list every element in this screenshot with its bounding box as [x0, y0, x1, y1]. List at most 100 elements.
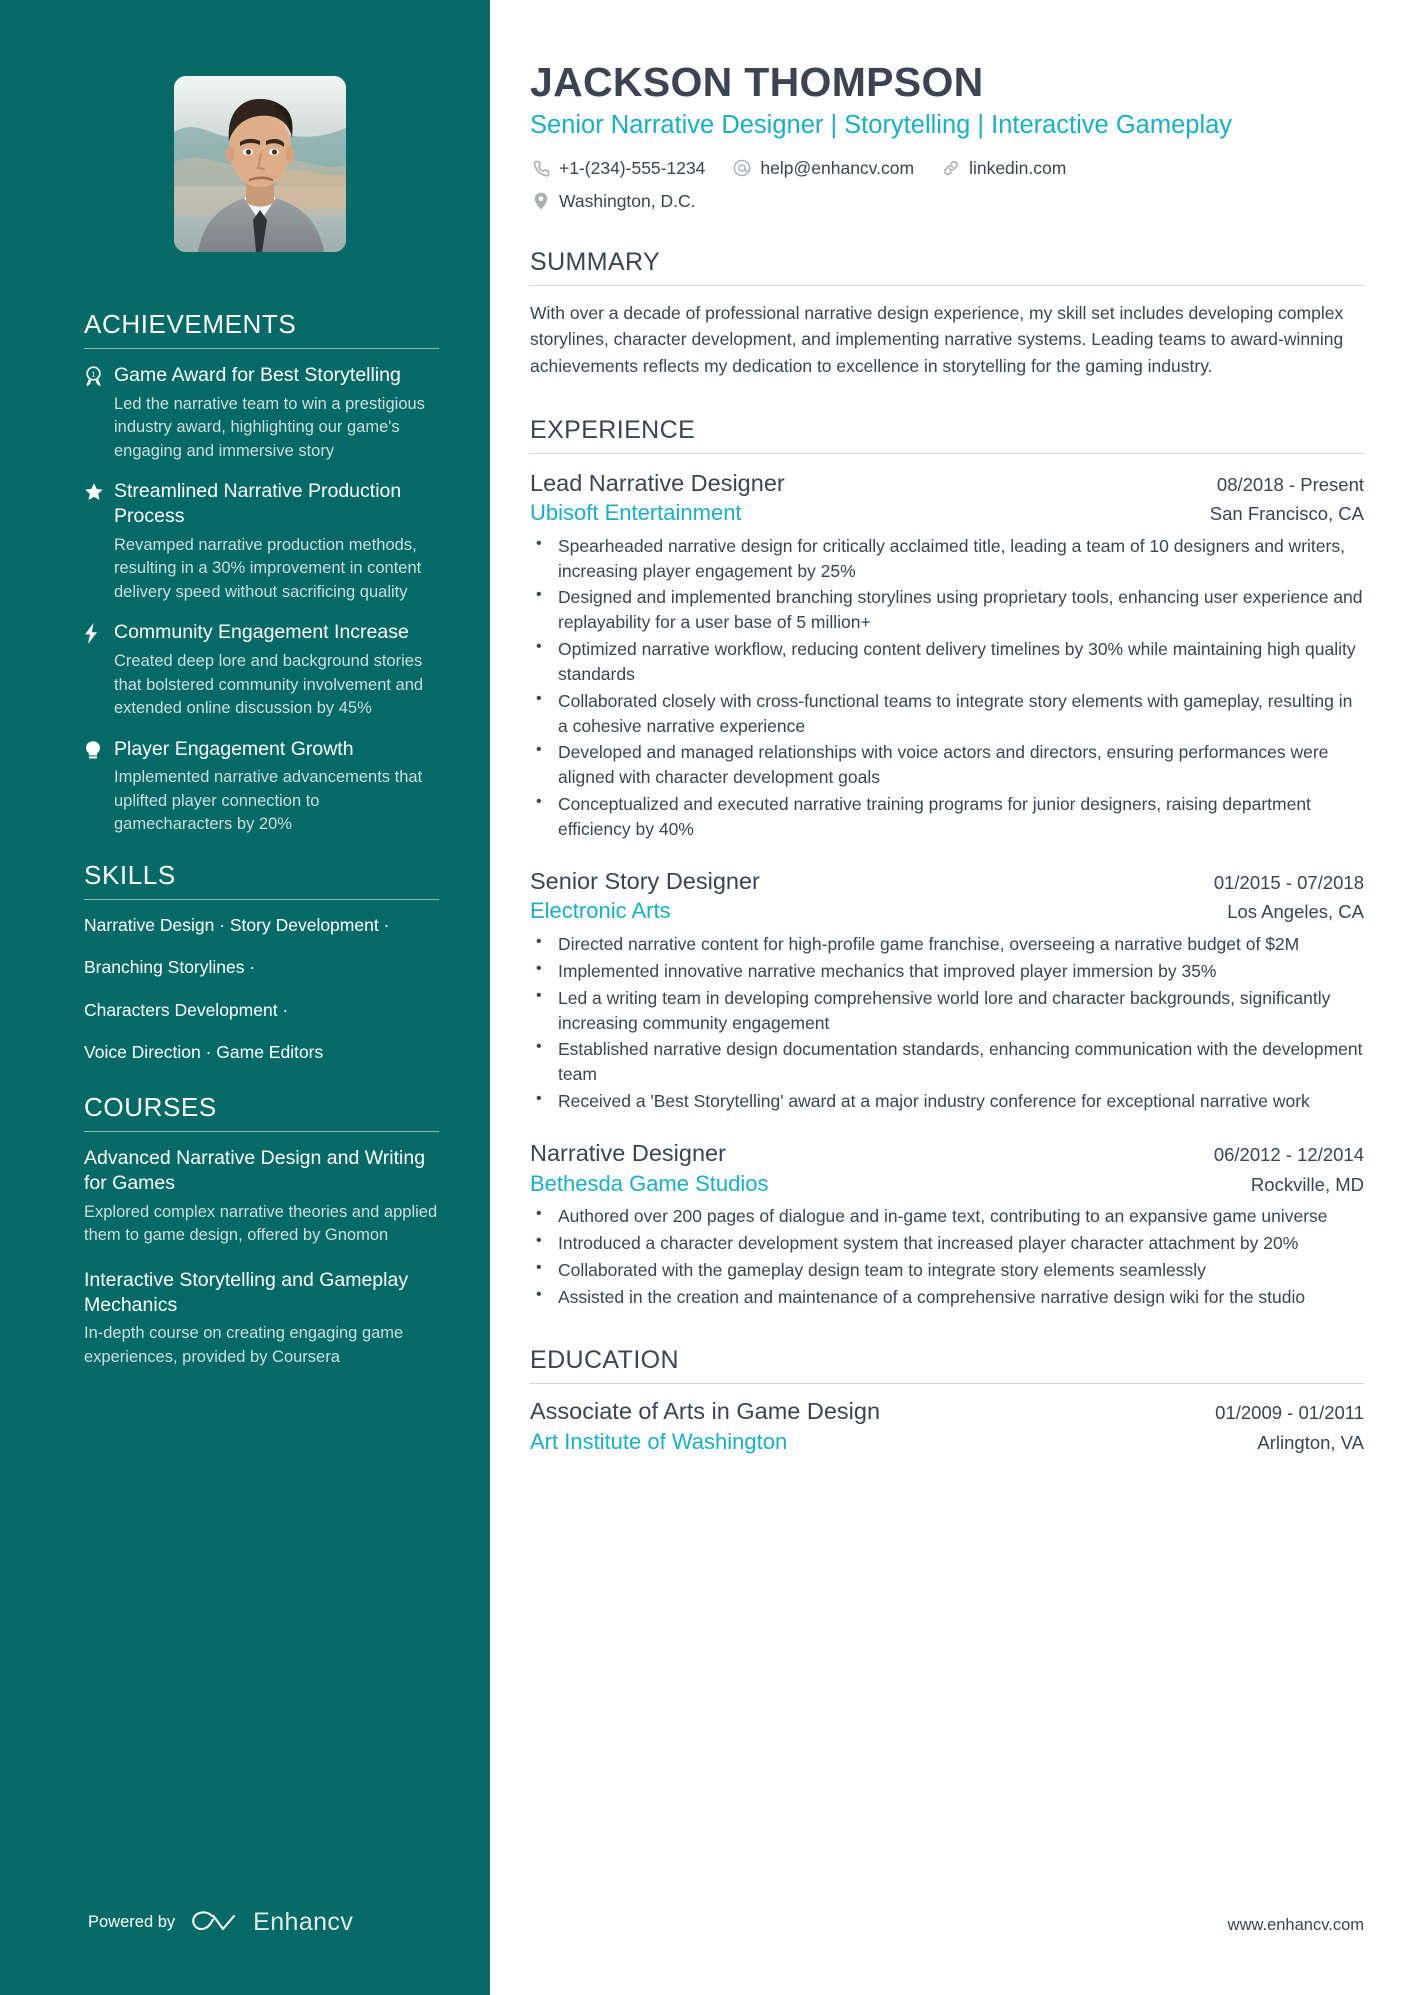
contact-location: Washington, D.C. [530, 191, 696, 212]
job-bullet: Optimized narrative workflow, reducing c… [530, 636, 1364, 687]
skill-line: Characters Development · [84, 999, 289, 1020]
job-bullet: Introduced a character development syste… [530, 1230, 1364, 1256]
job-title: Senior Story Designer [530, 867, 760, 894]
contact-email-value: help@enhancv.com [760, 157, 915, 178]
achievement-item: Player Engagement Growth Implemented nar… [84, 737, 439, 837]
course-title: Advanced Narrative Design and Writing fo… [84, 1147, 426, 1195]
link-icon [940, 159, 962, 177]
job-bullet: Collaborated with the gameplay design te… [530, 1257, 1364, 1283]
skill-line: Branching Storylines · [84, 957, 256, 978]
job-location: Los Angeles, CA [1227, 901, 1364, 923]
phone-icon [530, 160, 552, 177]
education-school-row: Art Institute of Washington Arlington, V… [530, 1429, 1364, 1455]
summary-heading: SUMMARY [530, 247, 661, 276]
skill-line: Voice Direction · Game Editors [84, 1042, 324, 1063]
course-description: In-depth course on creating engaging gam… [84, 1324, 404, 1366]
job-title: Narrative Designer [530, 1140, 726, 1166]
achievement-title: Community Engagement Increase [114, 621, 409, 644]
education-school: Art Institute of Washington [530, 1428, 788, 1454]
skill-line: Narrative Design · Story Development · [84, 914, 390, 935]
star-icon [84, 479, 114, 502]
lightbulb-icon [84, 737, 114, 760]
section-experience: EXPERIENCE Lead Narrative Designer 08/20… [530, 416, 1364, 1310]
education-degree: Associate of Arts in Game Design [530, 1397, 881, 1424]
achievement-description: Led the narrative team to win a prestigi… [114, 394, 425, 460]
job-company: Electronic Arts [530, 898, 671, 924]
education-location: Arlington, VA [1257, 1431, 1364, 1453]
sidebar-content: ACHIEVEMENTS 1 Game Award for Best Story… [84, 309, 439, 1389]
achievement-item: 1 Game Award for Best Storytelling Led t… [84, 363, 439, 463]
section-courses: COURSES Advanced Narrative Design and Wr… [84, 1092, 439, 1370]
achievement-title: Game Award for Best Storytelling [114, 363, 401, 386]
contact-details: +1-(234)-555-1234 help@enhancv.com linke… [530, 158, 1160, 212]
job-bullets: Authored over 200 pages of dialogue and … [530, 1203, 1364, 1310]
experience-item: Senior Story Designer 01/2015 - 07/2018 … [530, 866, 1364, 1114]
achievement-title: Player Engagement Growth [114, 737, 354, 760]
job-bullet: Implemented innovative narrative mechani… [530, 958, 1364, 984]
contact-email[interactable]: help@enhancv.com [731, 158, 914, 179]
job-bullet: Developed and managed relationships with… [530, 739, 1364, 790]
experience-title-row: Senior Story Designer 01/2015 - 07/2018 [530, 866, 1364, 897]
experience-item: Lead Narrative Designer 08/2018 - Presen… [530, 468, 1364, 842]
main-column: JACKSON THOMPSON Senior Narrative Design… [490, 0, 1410, 1995]
sidebar: ACHIEVEMENTS 1 Game Award for Best Story… [0, 0, 490, 1995]
contact-phone-value: +1-(234)-555-1234 [559, 157, 706, 178]
job-bullet: Assisted in the creation and maintenance… [530, 1284, 1364, 1310]
email-icon [731, 159, 753, 177]
enhancv-brand-name: Enhancv [253, 1908, 354, 1936]
skills-list: Narrative Design · Story Development · B… [84, 914, 439, 1066]
job-bullet: Established narrative design documentati… [530, 1036, 1364, 1087]
courses-divider [84, 1131, 439, 1132]
job-dates: 01/2015 - 07/2018 [1213, 871, 1364, 893]
job-dates: 06/2012 - 12/2014 [1213, 1144, 1364, 1165]
contact-linkedin[interactable]: linkedin.com [940, 158, 1066, 179]
achievements-heading: ACHIEVEMENTS [84, 309, 297, 339]
profile-photo-image [174, 76, 346, 252]
professional-headline: Senior Narrative Designer | Storytelling… [530, 111, 1233, 140]
section-skills: SKILLS Narrative Design · Story Developm… [84, 859, 439, 1066]
experience-company-row: Bethesda Game Studios Rockville, MD [530, 1169, 1364, 1199]
job-bullet: Collaborated closely with cross-function… [530, 688, 1364, 739]
achievement-description: Revamped narrative production methods, r… [114, 536, 422, 601]
achievement-item: Streamlined Narrative Production Process… [84, 479, 439, 604]
lightning-bolt-icon [84, 620, 114, 645]
contact-phone[interactable]: +1-(234)-555-1234 [530, 158, 705, 179]
course-description: Explored complex narrative theories and … [84, 1202, 438, 1245]
summary-text: With over a decade of professional narra… [530, 302, 1344, 376]
section-summary: SUMMARY With over a decade of profession… [530, 248, 1364, 380]
job-bullet: Spearheaded narrative design for critica… [530, 533, 1364, 584]
experience-title-row: Lead Narrative Designer 08/2018 - Presen… [530, 468, 1364, 499]
job-title: Lead Narrative Designer [530, 469, 785, 496]
achievement-description: Created deep lore and background stories… [114, 652, 424, 718]
skills-heading: SKILLS [84, 859, 176, 890]
job-bullets: Directed narrative content for high-prof… [530, 931, 1364, 1114]
education-item: Associate of Arts in Game Design 01/2009… [530, 1398, 1364, 1455]
education-divider [530, 1382, 1364, 1384]
powered-by-label: Powered by [88, 1913, 176, 1931]
experience-divider [530, 452, 1364, 454]
job-bullets: Spearheaded narrative design for critica… [530, 533, 1364, 842]
job-location: San Francisco, CA [1209, 503, 1364, 525]
experience-company-row: Electronic Arts Los Angeles, CA [530, 896, 1364, 926]
education-degree-row: Associate of Arts in Game Design 01/2009… [530, 1398, 1364, 1425]
award-ribbon-icon: 1 [84, 363, 114, 387]
experience-heading: EXPERIENCE [530, 415, 696, 444]
page-title: JACKSON THOMPSON [530, 59, 984, 105]
resume-page: ACHIEVEMENTS 1 Game Award for Best Story… [0, 0, 1410, 1995]
job-bullet: Received a 'Best Storytelling' award at … [530, 1088, 1364, 1114]
course-item: Interactive Storytelling and Gameplay Me… [84, 1268, 439, 1370]
section-education: EDUCATION Associate of Arts in Game Desi… [530, 1346, 1364, 1455]
job-location: Rockville, MD [1250, 1173, 1364, 1195]
experience-title-row: Narrative Designer 06/2012 - 12/2014 [530, 1138, 1364, 1169]
location-icon [530, 192, 552, 210]
achievements-divider [84, 347, 439, 349]
job-bullet: Directed narrative content for high-prof… [530, 931, 1364, 957]
powered-by-footer: Powered by Enhancv [88, 1908, 353, 1937]
profile-photo [174, 76, 346, 252]
contact-linkedin-value: linkedin.com [969, 157, 1067, 178]
skills-divider [84, 898, 439, 900]
education-dates: 01/2009 - 01/2011 [1215, 1401, 1364, 1423]
experience-company-row: Ubisoft Entertainment San Francisco, CA [530, 498, 1364, 528]
course-item: Advanced Narrative Design and Writing fo… [84, 1146, 439, 1248]
summary-divider [530, 284, 1364, 286]
